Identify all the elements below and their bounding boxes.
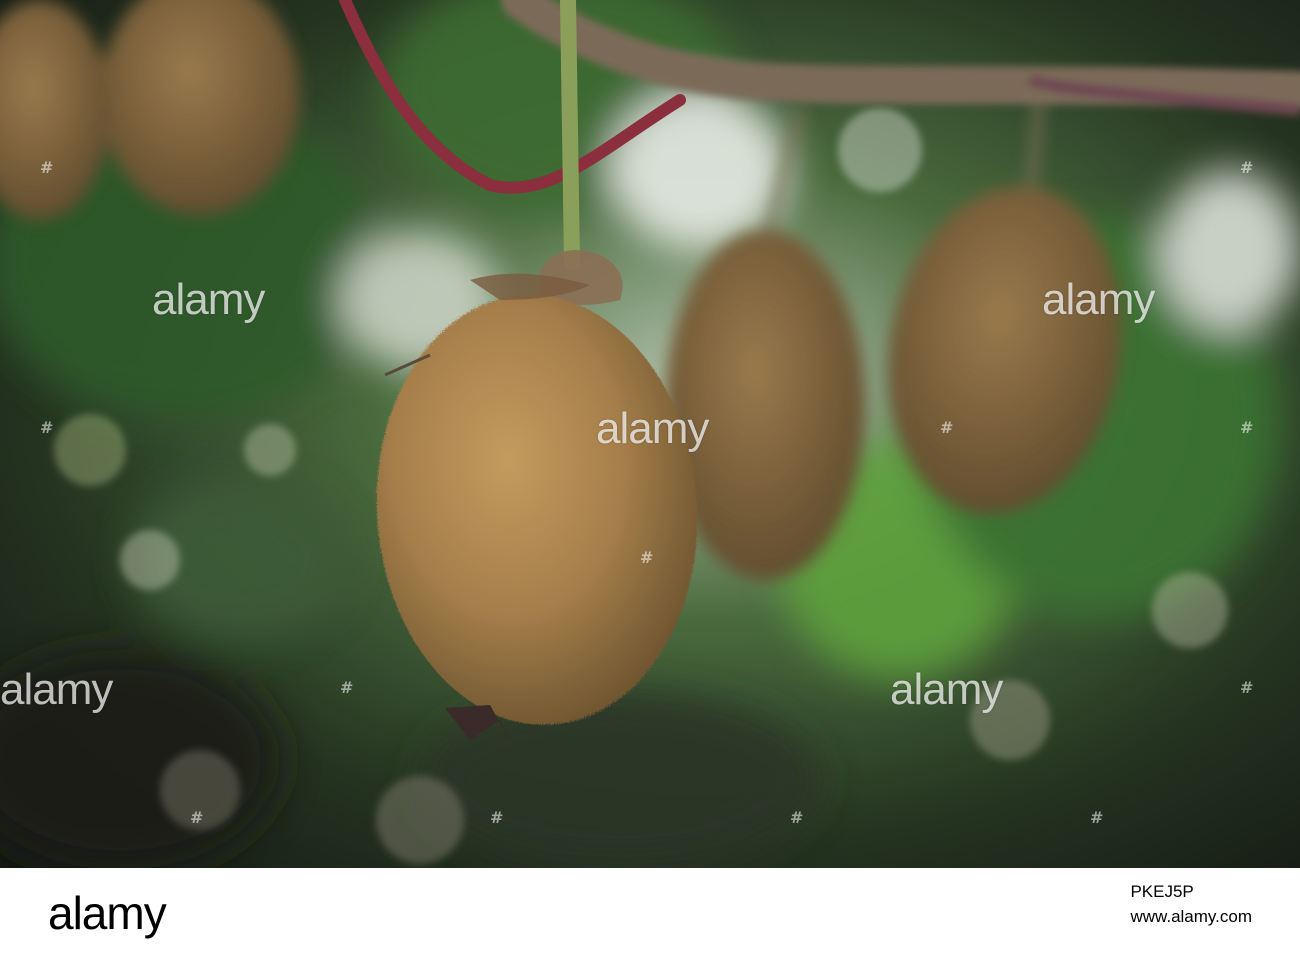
watermark-text: alamy [890, 665, 1003, 714]
watermark-text: alamy [152, 275, 265, 324]
image-id: PKEJ5P [1130, 882, 1194, 901]
watermark-hash: # [190, 808, 204, 827]
watermark-hash: # [40, 158, 54, 177]
alamy-logo[interactable]: alamy [48, 890, 167, 936]
watermark-hash: # [1240, 158, 1254, 177]
image-info: PKEJ5P www.alamy.com [1130, 880, 1252, 929]
watermark-text: alamy [1042, 275, 1155, 324]
watermark-hash: # [640, 548, 654, 567]
watermark-text: alamy [0, 665, 113, 714]
stock-photo-viewer: alamy alamy alamy alamy alamy # # # # # … [0, 0, 1300, 956]
watermark-hash: # [1090, 808, 1104, 827]
footer-bar: alamy PKEJ5P www.alamy.com [0, 868, 1300, 956]
watermark-hash: # [1240, 418, 1254, 437]
watermark-text: alamy [596, 404, 709, 453]
site-link[interactable]: www.alamy.com [1130, 905, 1252, 930]
watermark-hash: # [940, 418, 954, 437]
fruit-stalk [560, 0, 580, 270]
watermark-hash: # [790, 808, 804, 827]
blurred-kiwi-left [0, 0, 300, 220]
watermark-hash: # [340, 678, 354, 697]
watermark-hash: # [40, 418, 54, 437]
watermark-hash: # [1240, 678, 1254, 697]
watermark-hash: # [490, 808, 504, 827]
